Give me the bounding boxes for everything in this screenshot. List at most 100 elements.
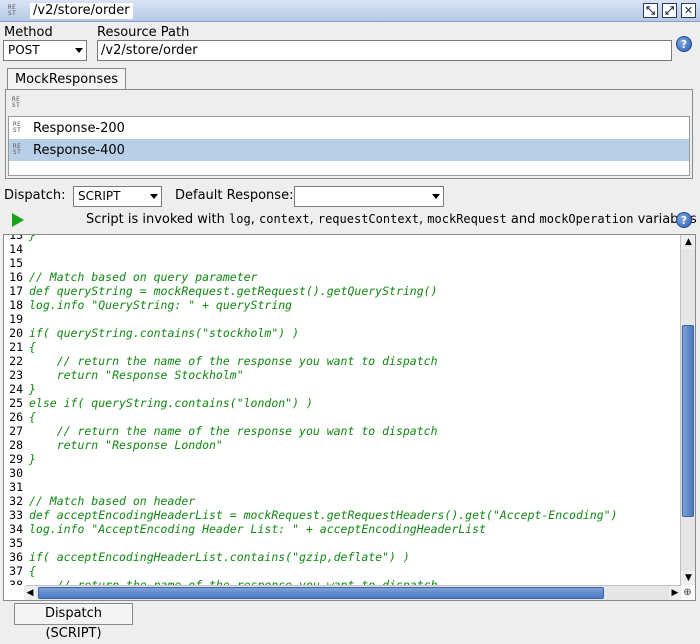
line-number: 26 (9, 410, 23, 424)
detach-icon[interactable]: ⤢ (662, 3, 677, 18)
line-number: 29 (9, 452, 23, 466)
code-text: } (29, 235, 36, 242)
code-line: 30 (4, 466, 618, 480)
code-line: 35 (4, 536, 618, 550)
code-line: 27 // return the name of the response yo… (4, 424, 618, 438)
line-number: 32 (9, 494, 23, 508)
line-number: 36 (9, 550, 23, 564)
horizontal-scroll-thumb[interactable] (38, 587, 604, 599)
chevron-down-icon (432, 194, 440, 199)
list-item-response-400[interactable]: RE ST Response-400 (9, 139, 689, 161)
code-text: { (29, 340, 36, 354)
code-line: 13} (4, 235, 618, 242)
code-line: 32 // Match based on header (4, 494, 618, 508)
mockresponses-panel: RE ST RE ST Response-200 RE ST Response-400 (5, 89, 693, 179)
default-response-label: Default Response: (175, 188, 294, 203)
code-text: return "Response Stockholm" (29, 368, 244, 382)
code-area[interactable]: 13} 14 15 16// Match based on query paramet… (4, 235, 681, 585)
code-text: { (29, 564, 36, 578)
rest-icon: RE ST (8, 3, 17, 17)
vertical-scroll-thumb[interactable] (682, 325, 694, 517)
var-context: context (259, 212, 310, 226)
rest-icon: RE ST (13, 121, 22, 134)
panel-title-bar: RE ST /v2/store/order ⤡ ⤢ ✕ (0, 0, 700, 22)
line-number: 17 (9, 284, 23, 298)
list-item-response-200[interactable]: RE ST Response-200 (9, 117, 689, 139)
sep: , (309, 212, 314, 227)
code-line: 24} (4, 382, 618, 396)
rest-icon: RE ST (13, 143, 22, 156)
resource-path-label: Resource Path (97, 25, 190, 40)
dispatch-select-value: SCRIPT (78, 189, 121, 203)
line-number: 19 (9, 312, 23, 326)
resource-path-input[interactable]: /v2/store/order (97, 40, 672, 61)
code-line: 23 return "Response Stockholm" (4, 368, 618, 382)
line-number: 21 (9, 340, 23, 354)
pin-icon[interactable]: ⤡ (643, 3, 658, 18)
code-text: // Match based on query parameter (29, 270, 258, 284)
code-lines: 13} 14 15 16// Match based on query paramet… (4, 235, 618, 585)
line-number: 24 (9, 382, 23, 396)
code-text: // return the name of the response you w… (29, 424, 438, 438)
dispatch-script-tab[interactable]: Dispatch (SCRIPT) (14, 603, 133, 641)
close-icon[interactable]: ✕ (681, 3, 696, 18)
response-list: RE ST Response-200 RE ST Response-400 (8, 116, 690, 176)
script-info-prefix: Script is invoked with (86, 212, 225, 227)
code-line: 36 if( acceptEncodingHeaderList.contains(… (4, 550, 618, 564)
line-number: 38 (9, 578, 23, 585)
code-text: if( acceptEncodingHeaderList.contains("g… (29, 550, 410, 564)
code-line: 28 return "Response London" (4, 438, 618, 452)
var-mockoperation: mockOperation (539, 212, 634, 226)
code-text: // return the name of the response you w… (29, 354, 438, 368)
code-line: 16 // Match based on query parameter (4, 270, 618, 284)
and-word: and (510, 212, 536, 227)
scroll-up-icon[interactable]: ▲ (681, 235, 695, 249)
line-number: 33 (9, 508, 23, 522)
code-line: 33 def acceptEncodingHeaderList = mockReq… (4, 508, 617, 522)
default-response-select[interactable] (294, 186, 444, 207)
vertical-scrollbar[interactable]: ▲ ▼ (680, 235, 695, 585)
method-select-value: POST (8, 43, 40, 57)
code-line: 37 { (4, 564, 618, 578)
horizontal-scrollbar[interactable]: ◀ ▶ (24, 585, 681, 600)
code-line: 34 log.info "AcceptEncoding Header List: … (4, 522, 618, 536)
help-icon[interactable]: ? (676, 212, 692, 228)
list-item-label: Response-200 (33, 120, 125, 136)
help-icon[interactable]: ? (676, 36, 692, 52)
code-text: if( queryString.contains("stockholm") ) (29, 326, 300, 340)
code-line: 38 // return the name of the response yo… (4, 578, 618, 585)
scroll-left-icon[interactable]: ◀ (24, 586, 36, 600)
code-line: 15 (4, 256, 618, 270)
code-line: 18 log.info "QueryString: " + queryString (4, 298, 618, 312)
var-mockrequest: mockRequest (427, 212, 507, 226)
find-icon[interactable]: ⊕ (681, 586, 694, 599)
code-line: 17 def queryString = mockRequest.getReque… (4, 284, 618, 298)
code-line: 22 // return the name of the response yo… (4, 354, 618, 368)
scroll-down-icon[interactable]: ▼ (681, 571, 695, 585)
run-script-icon[interactable] (12, 213, 24, 227)
line-number: 35 (9, 536, 23, 550)
scroll-right-icon[interactable]: ▶ (669, 586, 681, 600)
code-text: // return the name of the response you w… (29, 578, 438, 585)
script-editor[interactable]: 13} 14 15 16// Match based on query paramet… (3, 234, 696, 601)
line-number: 30 (9, 466, 23, 480)
code-line: 20 if( queryString.contains("stockholm") … (4, 326, 618, 340)
code-text: return "Response London" (29, 438, 223, 452)
sep: , (419, 212, 424, 227)
line-number: 28 (9, 438, 23, 452)
tab-mockresponses[interactable]: MockResponses (7, 68, 126, 90)
method-select[interactable]: POST (3, 40, 87, 61)
dispatch-select[interactable]: SCRIPT (73, 186, 162, 207)
chevron-down-icon (150, 194, 158, 199)
line-number: 14 (9, 242, 23, 256)
line-number: 15 (9, 256, 23, 270)
code-text: { (29, 410, 36, 424)
code-line: 21 { (4, 340, 618, 354)
add-rest-response-icon[interactable]: RE ST (12, 96, 26, 110)
